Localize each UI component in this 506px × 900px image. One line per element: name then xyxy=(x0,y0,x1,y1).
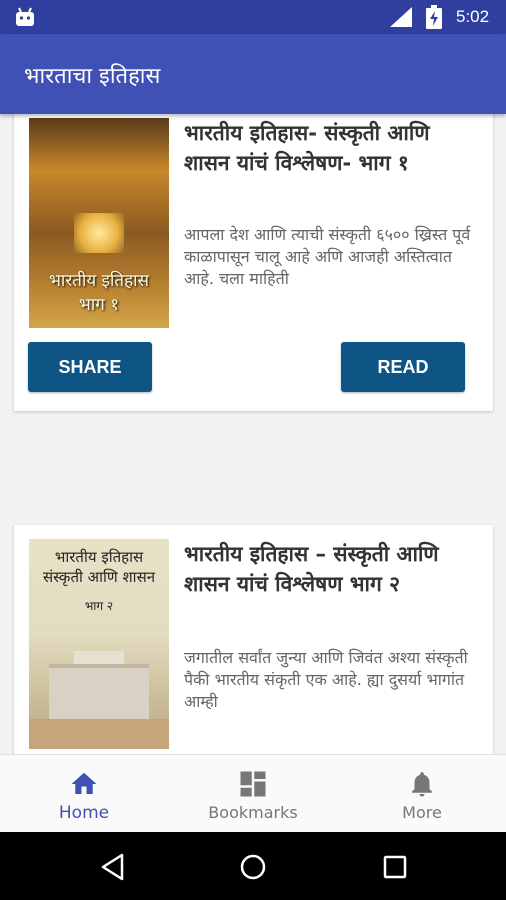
cover-illustration xyxy=(49,664,149,724)
bookmarks-icon xyxy=(240,771,266,797)
nav-home[interactable]: Home xyxy=(0,755,168,833)
cover-glow xyxy=(74,213,124,253)
home-icon xyxy=(71,772,97,794)
article-card[interactable]: भारतीय इतिहास संस्कृती आणि शासन भाग २ भा… xyxy=(14,525,493,754)
cover-subtitle: संस्कृती आणि शासन xyxy=(42,568,156,586)
article-card[interactable]: भारतीय इतिहास भाग १ भारतीय इतिहास- संस्क… xyxy=(14,114,493,411)
cover-subtitle: भाग १ xyxy=(78,295,120,315)
app-bar: भारताचा इतिहास xyxy=(0,34,506,114)
recents-icon[interactable] xyxy=(380,852,410,882)
article-list[interactable]: भारतीय इतिहास भाग १ भारतीय इतिहास- संस्क… xyxy=(0,114,506,754)
cover-part: भाग २ xyxy=(84,599,114,613)
nav-label: Home xyxy=(58,803,110,823)
back-icon[interactable] xyxy=(98,852,128,882)
bottom-navigation: Home Bookmarks More xyxy=(0,754,506,832)
share-button[interactable]: SHARE xyxy=(28,342,152,392)
book-cover-image[interactable]: भारतीय इतिहास संस्कृती आणि शासन भाग २ xyxy=(29,539,169,749)
nav-more[interactable]: More xyxy=(338,755,506,833)
article-title[interactable]: भारतीय इतिहास- संस्कृती आणि शासन यांचं व… xyxy=(184,118,479,178)
cover-title: भारतीय इतिहास xyxy=(48,271,150,291)
system-navigation-bar xyxy=(0,832,506,900)
status-time: 5:02 xyxy=(456,7,490,26)
nav-label: More xyxy=(402,803,442,822)
bell-icon xyxy=(412,772,432,797)
article-description: आपला देश आणि त्याची संस्कृती ६५०० ख्रिस्… xyxy=(184,225,471,288)
home-circle-icon[interactable] xyxy=(238,852,268,882)
book-cover-image[interactable]: भारतीय इतिहास भाग १ xyxy=(29,118,169,328)
cover-title: भारतीय इतिहास xyxy=(54,548,144,566)
app-title: भारताचा इतिहास xyxy=(24,64,161,89)
cover-illustration xyxy=(29,719,169,749)
signal-icon xyxy=(390,7,412,27)
read-button[interactable]: READ xyxy=(341,342,465,392)
battery-icon xyxy=(426,5,442,29)
status-bar: 5:02 xyxy=(0,0,506,34)
android-icon xyxy=(16,7,34,26)
article-title[interactable]: भारतीय इतिहास – संस्कृती आणि शासन यांचं … xyxy=(184,539,479,599)
nav-bookmarks[interactable]: Bookmarks xyxy=(169,755,337,833)
article-description: जगातील सर्वांत जुन्या आणि जिवंत अश्या सं… xyxy=(184,648,468,711)
nav-label: Bookmarks xyxy=(208,803,298,822)
